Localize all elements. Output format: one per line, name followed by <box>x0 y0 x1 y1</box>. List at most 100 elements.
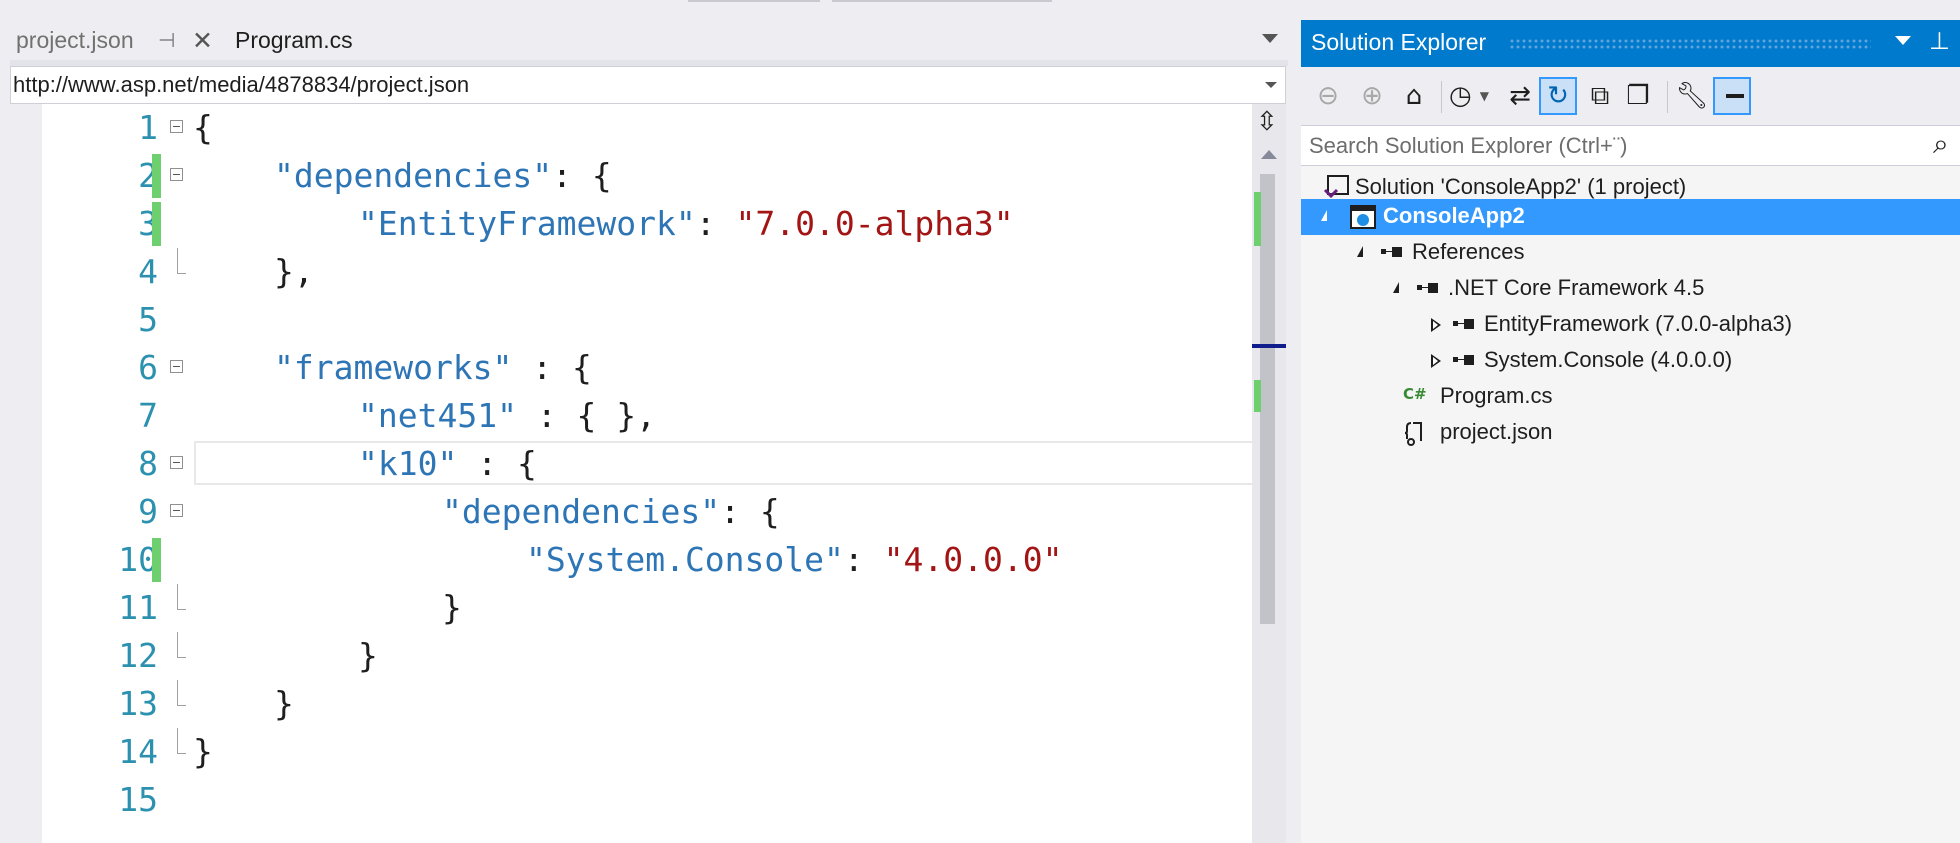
solution-explorer-toolbar: ⊖ ⊕ ⌂ ◷ ▼ ⇄ ↻ ⧉ ❐ 🔧︎ <box>1301 67 1960 125</box>
tab-label: Program.cs <box>235 26 353 53</box>
line-number: 12 <box>118 636 158 675</box>
code-text: "dependencies": { <box>274 156 612 195</box>
fold-toggle-icon[interactable] <box>170 120 183 133</box>
toolbar-edge <box>832 0 1052 2</box>
sync-icon[interactable]: ⇄ <box>1501 77 1539 115</box>
tree-node-framework[interactable]: .NET Core Framework 4.5 <box>1301 271 1960 307</box>
toolbar-separator <box>1441 81 1442 113</box>
tab-dropdown-icon[interactable] <box>1262 34 1278 43</box>
code-line: 8 "k10" : { <box>10 440 1250 488</box>
code-text: "dependencies": { <box>442 492 780 531</box>
split-window-icon[interactable]: ⇳ <box>1256 108 1278 134</box>
code-text: "k10" : { <box>358 444 537 483</box>
line-number: 13 <box>118 684 158 723</box>
solution-explorer-search: ⌕ <box>1301 125 1960 166</box>
code-text: }, <box>274 252 314 291</box>
change-indicator <box>152 202 161 246</box>
code-text: "net451" : { }, <box>358 396 657 435</box>
tree-node-label: References <box>1412 239 1525 264</box>
auto-hide-pin-icon[interactable]: ⊥ <box>1929 27 1950 56</box>
collapse-all-icon[interactable]: ⧉ <box>1581 77 1619 115</box>
pin-icon[interactable]: ⊣ <box>158 28 175 53</box>
search-input[interactable] <box>1309 130 1909 162</box>
line-number: 15 <box>118 780 158 819</box>
expand-icon[interactable] <box>1393 282 1399 293</box>
fold-toggle-icon[interactable] <box>170 504 183 517</box>
document-url-bar[interactable]: http://www.asp.net/media/4878834/project… <box>10 66 1286 104</box>
refresh-icon[interactable]: ↻ <box>1539 77 1577 115</box>
line-number: 3 <box>138 204 158 243</box>
code-line: 10 "System.Console": "4.0.0.0" <box>10 536 1250 584</box>
forward-icon[interactable]: ⊕ <box>1353 77 1391 115</box>
close-icon[interactable]: ✕ <box>192 26 213 56</box>
panel-title: Solution Explorer <box>1311 29 1487 55</box>
search-icon[interactable]: ⌕ <box>1933 128 1949 161</box>
chevron-down-icon[interactable] <box>1265 82 1277 88</box>
back-icon[interactable]: ⊖ <box>1309 77 1347 115</box>
fold-toggle-icon[interactable] <box>170 360 183 373</box>
scroll-up-arrow-icon[interactable] <box>1261 150 1277 159</box>
tab-project-json[interactable]: project.json ⊣ ✕ <box>10 20 220 60</box>
editor-vertical-scrollbar[interactable]: ⇳ <box>1252 104 1286 843</box>
tab-program-cs[interactable]: Program.cs <box>228 20 418 60</box>
fold-guide <box>177 728 186 754</box>
line-number: 6 <box>138 348 158 387</box>
line-number: 7 <box>138 396 158 435</box>
change-marker <box>1254 380 1261 412</box>
code-line: 2 "dependencies": { <box>10 152 1250 200</box>
toolbar-separator <box>1667 81 1668 113</box>
tree-node-project[interactable]: ConsoleApp2 <box>1301 199 1960 235</box>
collapsed-arrow-icon[interactable] <box>1431 318 1441 332</box>
solution-explorer-panel: Solution Explorer ⊥ ⊖ ⊕ ⌂ ◷ ▼ ⇄ ↻ ⧉ ❐ 🔧︎ … <box>1301 20 1960 843</box>
code-line: 11 } <box>10 584 1250 632</box>
line-number: 11 <box>118 588 158 627</box>
change-indicator <box>152 154 161 198</box>
solution-icon <box>1323 175 1349 199</box>
code-text: "frameworks" : { <box>274 348 592 387</box>
line-number: 14 <box>118 732 158 771</box>
panel-splitter[interactable] <box>1290 20 1301 843</box>
code-text: "System.Console": "4.0.0.0" <box>526 540 1063 579</box>
fold-toggle-icon[interactable] <box>170 168 183 181</box>
tree-node-label: EntityFramework (7.0.0-alpha3) <box>1484 311 1793 336</box>
change-marker <box>1254 192 1261 246</box>
code-editor[interactable]: 1 { 2 "dependencies": { 3 "EntityFramewo… <box>10 104 1286 843</box>
fold-guide <box>177 584 186 610</box>
line-number: 10 <box>118 540 158 579</box>
code-text: "EntityFramework": "7.0.0-alpha3" <box>358 204 1014 243</box>
scrollbar-thumb[interactable] <box>1260 174 1275 624</box>
project-icon <box>1350 205 1376 229</box>
home-icon[interactable]: ⌂ <box>1395 77 1433 115</box>
tree-node-label: project.json <box>1440 419 1553 444</box>
expand-icon[interactable] <box>1321 210 1327 221</box>
tree-node-references[interactable]: References <box>1301 235 1960 271</box>
preview-icon[interactable] <box>1713 77 1751 115</box>
code-line: 6 "frameworks" : { <box>10 344 1250 392</box>
tree-node-reference[interactable]: System.Console (4.0.0.0) <box>1301 343 1960 379</box>
solution-explorer-title-bar: Solution Explorer ⊥ <box>1301 20 1960 67</box>
fold-guide <box>177 248 186 274</box>
tree-node-label: Program.cs <box>1440 383 1553 408</box>
expand-icon[interactable] <box>1357 246 1363 257</box>
fold-toggle-icon[interactable] <box>170 456 183 469</box>
line-number: 8 <box>138 444 158 483</box>
tree-node-label: Solution 'ConsoleApp2' (1 project) <box>1355 174 1687 199</box>
window-position-dropdown-icon[interactable] <box>1895 36 1911 45</box>
properties-icon[interactable]: 🔧︎ <box>1673 77 1711 115</box>
fold-guide <box>177 632 186 658</box>
csharp-file-icon: C# <box>1403 385 1427 403</box>
code-line: 9 "dependencies": { <box>10 488 1250 536</box>
code-line: 3 "EntityFramework": "7.0.0-alpha3" <box>10 200 1250 248</box>
tree-node-label: ConsoleApp2 <box>1383 203 1525 228</box>
code-line: 1 { <box>10 104 1250 152</box>
code-text: } <box>442 588 462 627</box>
tree-node-file[interactable]: C# Program.cs <box>1301 379 1960 415</box>
collapsed-arrow-icon[interactable] <box>1431 354 1441 368</box>
show-all-files-icon[interactable]: ❐ <box>1619 77 1657 115</box>
pending-changes-icon[interactable]: ◷ ▼ <box>1449 77 1501 115</box>
change-indicator <box>152 538 161 582</box>
tree-node-reference[interactable]: EntityFramework (7.0.0-alpha3) <box>1301 307 1960 343</box>
tree-node-file[interactable]: project.json <box>1301 415 1960 451</box>
drag-grip[interactable] <box>1509 38 1871 50</box>
editor-tab-bar: project.json ⊣ ✕ Program.cs <box>0 20 1290 60</box>
